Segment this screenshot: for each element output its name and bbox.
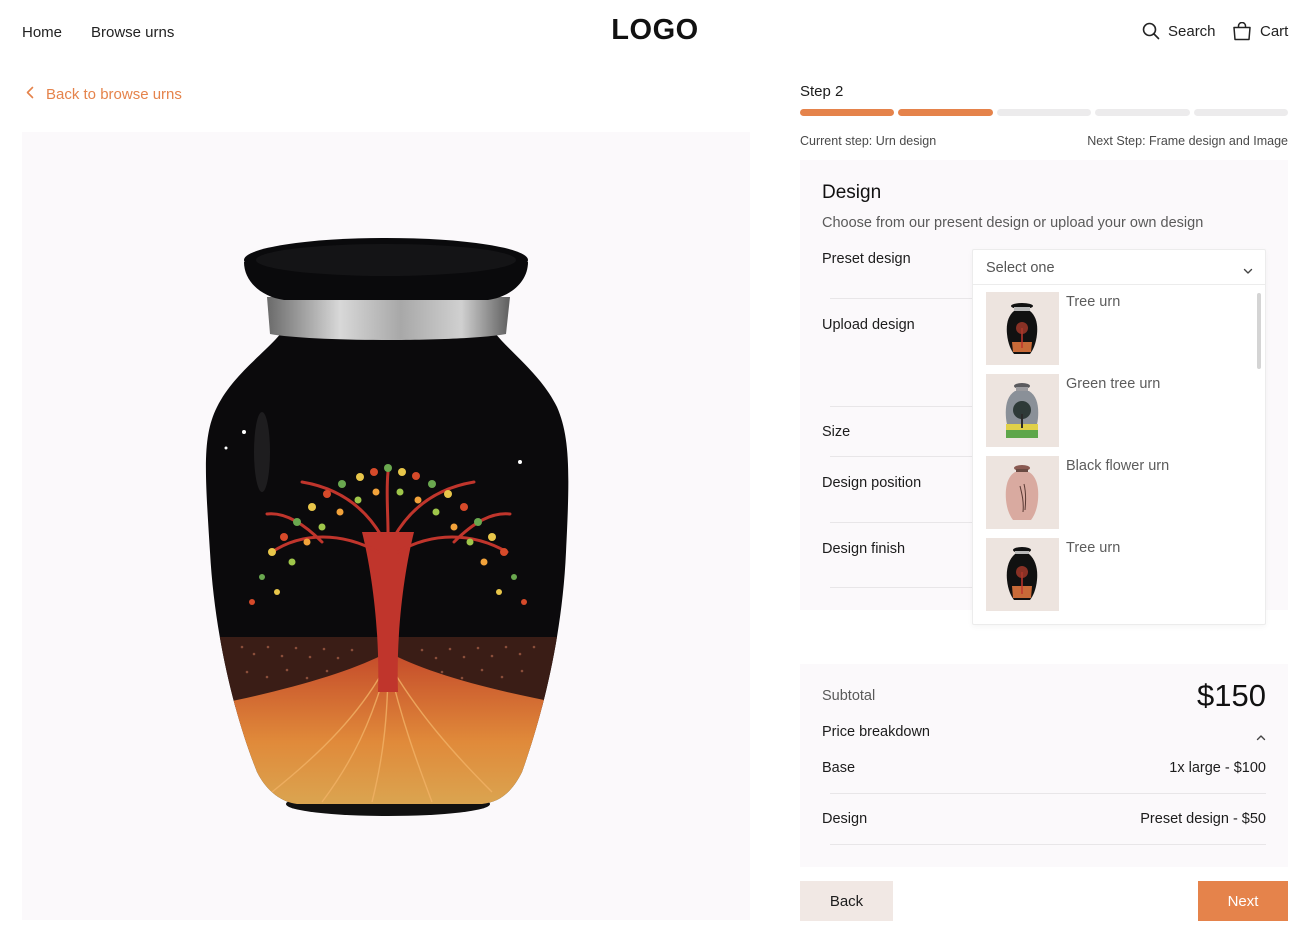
upload-design-label[interactable]: Upload design <box>822 317 915 333</box>
search-icon <box>1142 22 1160 40</box>
design-price-value: Preset design - $50 <box>1140 811 1266 827</box>
design-subtitle: Choose from our present design or upload… <box>822 215 1204 231</box>
price-breakdown-toggle[interactable]: Price breakdown <box>822 724 930 740</box>
chevron-down-icon <box>1243 262 1253 280</box>
back-link-label: Back to browse urns <box>46 86 182 103</box>
chevron-left-icon <box>26 86 34 103</box>
top-navigation: Home Browse urns LOGO Search Cart <box>0 0 1310 66</box>
option-label: Black flower urn <box>1066 458 1170 474</box>
subtotal-value: $150 <box>1197 678 1266 713</box>
divider <box>830 587 980 588</box>
subtotal-label: Subtotal <box>822 688 876 704</box>
urn-thumbnail <box>986 538 1059 611</box>
design-finish-label: Design finish <box>822 541 906 557</box>
progress-segment <box>1193 109 1289 116</box>
next-button[interactable]: Next <box>1198 881 1288 921</box>
progress-segment <box>996 109 1092 116</box>
nav-home-link[interactable]: Home <box>22 24 62 41</box>
cart-label: Cart <box>1260 23 1289 40</box>
search-button[interactable]: Search <box>1142 22 1216 40</box>
option-label: Green tree urn <box>1066 376 1161 392</box>
option-label: Tree urn <box>1066 540 1121 556</box>
chevron-up-icon[interactable] <box>1256 728 1266 746</box>
next-step-text: Next Step: Frame design and Image <box>1087 134 1288 148</box>
cart-button[interactable]: Cart <box>1232 22 1288 41</box>
step-label: Step 2 <box>800 83 844 100</box>
divider <box>830 844 1266 845</box>
option-label: Tree urn <box>1066 294 1121 310</box>
urn-thumbnail <box>986 292 1059 365</box>
design-price-label: Design <box>822 811 868 827</box>
base-label: Base <box>822 760 856 776</box>
back-to-browse-link[interactable]: Back to browse urns <box>26 86 182 103</box>
price-summary: Subtotal $150 Price breakdown Base 1x la… <box>800 664 1288 867</box>
logo[interactable]: LOGO <box>611 14 698 46</box>
base-value: 1x large - $100 <box>1169 760 1266 776</box>
urn-image <box>205 238 569 816</box>
preset-design-select[interactable]: Select one <box>973 250 1265 285</box>
design-position-label: Design position <box>822 475 922 491</box>
divider <box>830 793 1266 794</box>
urn-thumbnail <box>986 456 1059 529</box>
select-placeholder: Select one <box>986 260 1055 276</box>
divider <box>830 456 980 457</box>
current-step-text: Current step: Urn design <box>800 134 937 148</box>
back-button[interactable]: Back <box>800 881 893 921</box>
step-progress-bar <box>800 109 1289 116</box>
design-title: Design <box>822 182 882 203</box>
progress-segment <box>1095 109 1190 116</box>
product-image <box>22 132 750 920</box>
progress-segment <box>898 109 993 116</box>
shopping-bag-icon <box>1232 22 1252 41</box>
progress-segment <box>800 109 895 116</box>
search-label: Search <box>1168 22 1216 40</box>
dropdown-option-tree-urn[interactable]: Tree urn <box>986 538 1254 612</box>
dropdown-option-tree-urn[interactable]: Tree urn <box>986 292 1254 366</box>
size-label: Size <box>822 424 851 440</box>
dropdown-option-black-flower-urn[interactable]: Black flower urn <box>986 456 1254 530</box>
dropdown-scrollbar[interactable] <box>1257 293 1261 369</box>
preset-design-dropdown[interactable]: Select one Tree urn Green tree urn Black… <box>972 249 1266 625</box>
divider <box>830 298 980 299</box>
dropdown-option-green-tree-urn[interactable]: Green tree urn <box>986 374 1254 448</box>
divider <box>830 406 980 407</box>
divider <box>830 522 980 523</box>
nav-browse-urns-link[interactable]: Browse urns <box>91 24 174 41</box>
preset-design-label: Preset design <box>822 251 911 267</box>
urn-thumbnail <box>986 374 1059 447</box>
